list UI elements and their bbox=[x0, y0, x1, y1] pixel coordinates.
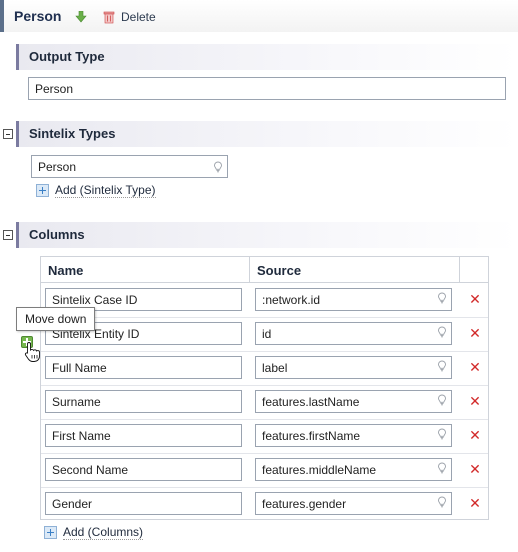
section-title: Columns bbox=[29, 227, 85, 242]
lightbulb-icon[interactable] bbox=[437, 292, 447, 304]
sintelix-type-input[interactable]: Person bbox=[31, 155, 228, 178]
add-sintelix-type-button[interactable]: Add (Sintelix Type) bbox=[55, 183, 156, 198]
lightbulb-icon[interactable] bbox=[437, 428, 447, 440]
column-source-input[interactable]: features.middleName bbox=[255, 458, 452, 481]
column-name-input[interactable]: Second Name bbox=[45, 458, 242, 481]
column-source-input[interactable]: features.lastName bbox=[255, 390, 452, 413]
remove-row-icon[interactable]: ✕ bbox=[469, 359, 481, 376]
lightbulb-icon[interactable] bbox=[437, 394, 447, 406]
column-source-input[interactable]: features.firstName bbox=[255, 424, 452, 447]
add-column-button[interactable]: Add (Columns) bbox=[63, 525, 144, 540]
add-icon[interactable] bbox=[44, 526, 57, 539]
row-divider bbox=[41, 453, 488, 454]
column-name-input[interactable]: Gender bbox=[45, 492, 242, 515]
row-divider bbox=[41, 419, 488, 420]
hand-cursor-icon bbox=[24, 342, 40, 362]
column-source-input[interactable]: :network.id bbox=[255, 288, 452, 311]
delete-button[interactable]: Delete bbox=[121, 10, 156, 24]
remove-row-icon[interactable]: ✕ bbox=[469, 461, 481, 478]
column-name-input[interactable]: First Name bbox=[45, 424, 242, 447]
collapse-toggle[interactable] bbox=[3, 230, 13, 240]
lightbulb-icon[interactable] bbox=[437, 496, 447, 508]
lightbulb-icon[interactable] bbox=[437, 326, 447, 338]
remove-row-icon[interactable]: ✕ bbox=[469, 427, 481, 444]
output-type-section-header: Output Type bbox=[16, 44, 518, 70]
columns-section-header: Columns bbox=[16, 222, 518, 248]
remove-row-icon[interactable]: ✕ bbox=[469, 495, 481, 512]
add-icon[interactable] bbox=[36, 184, 49, 197]
move-down-icon[interactable] bbox=[75, 11, 87, 23]
trash-icon[interactable] bbox=[103, 10, 115, 24]
column-divider bbox=[459, 257, 460, 282]
remove-row-icon[interactable]: ✕ bbox=[469, 393, 481, 410]
columns-table: Name Source Sintelix Case ID :network.id… bbox=[40, 256, 489, 520]
collapse-toggle[interactable] bbox=[3, 129, 13, 139]
column-source-input[interactable]: id bbox=[255, 322, 452, 345]
row-divider bbox=[41, 351, 488, 352]
remove-row-icon[interactable]: ✕ bbox=[469, 325, 481, 342]
column-source-input[interactable]: features.gender bbox=[255, 492, 452, 515]
remove-row-icon[interactable]: ✕ bbox=[469, 291, 481, 308]
section-title: Sintelix Types bbox=[29, 126, 116, 141]
row-divider bbox=[41, 487, 488, 488]
column-name-input[interactable]: Full Name bbox=[45, 356, 242, 379]
record-title: Person bbox=[14, 8, 62, 24]
section-title: Output Type bbox=[29, 49, 105, 64]
sintelix-type-value: Person bbox=[38, 160, 77, 174]
column-header-source: Source bbox=[257, 263, 302, 278]
row-divider bbox=[41, 385, 488, 386]
column-source-input[interactable]: label bbox=[255, 356, 452, 379]
move-down-tooltip: Move down bbox=[16, 307, 96, 331]
lightbulb-icon[interactable] bbox=[213, 161, 223, 173]
output-type-input[interactable]: Person bbox=[28, 77, 506, 100]
row-divider bbox=[41, 317, 488, 318]
sintelix-types-section-header: Sintelix Types bbox=[16, 121, 518, 147]
header-divider bbox=[41, 282, 488, 283]
lightbulb-icon[interactable] bbox=[437, 360, 447, 372]
column-name-input[interactable]: Surname bbox=[45, 390, 242, 413]
lightbulb-icon[interactable] bbox=[437, 462, 447, 474]
column-header-name: Name bbox=[48, 263, 84, 278]
